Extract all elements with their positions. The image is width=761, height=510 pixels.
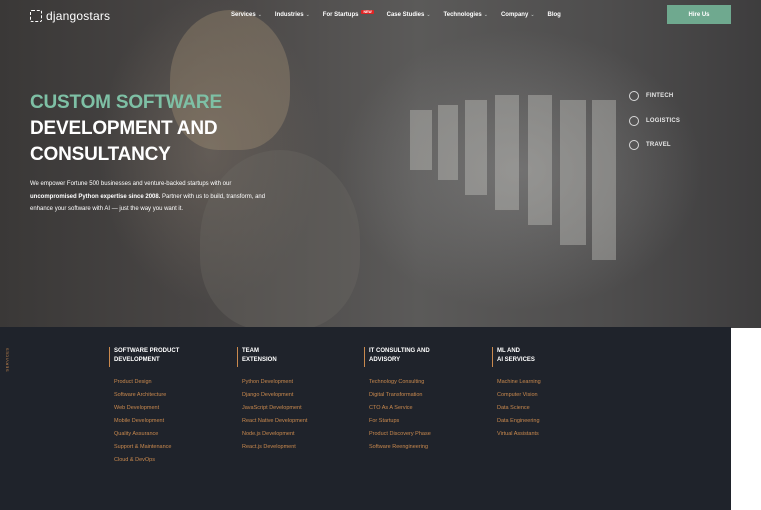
hire-us-button[interactable]: Hire Us (667, 5, 731, 24)
service-link[interactable]: React Native Development (242, 415, 307, 428)
industry-option-logistics[interactable]: LOGISTICS (629, 115, 681, 126)
hero-photo-detail (438, 105, 458, 180)
hero-photo-detail (495, 95, 519, 210)
service-column-ml-ai: ML AND AI SERVICES Machine Learning Comp… (492, 347, 541, 441)
industry-label: FINTECH (646, 93, 674, 99)
service-link[interactable]: CTO As A Service (369, 402, 431, 415)
service-column-heading[interactable]: TEAM EXTENSION (237, 347, 307, 367)
heading-line: TEAM (242, 348, 259, 354)
service-column-software-product: SOFTWARE PRODUCT DEVELOPMENT Product Des… (109, 347, 179, 467)
service-link[interactable]: Quality Assurance (114, 428, 179, 441)
service-column-it-consulting: IT CONSULTING AND ADVISORY Technology Co… (364, 347, 431, 454)
heading-line: SOFTWARE PRODUCT (114, 348, 180, 354)
services-vertical-text: SERVICES (4, 347, 10, 372)
chevron-down-icon: ⌄ (530, 12, 535, 18)
industry-selector: FINTECH LOGISTICS TRAVEL (629, 91, 680, 165)
hero-title-line1: CUSTOM SOFTWARE (30, 92, 222, 113)
heading-line: EXTENSION (242, 357, 277, 363)
services-vertical-label: SERVICES (5, 347, 13, 377)
radio-icon (629, 91, 639, 101)
nav-item-label: Company (500, 12, 529, 18)
service-link[interactable]: Software Reengineering (369, 441, 431, 454)
nav-item-industries[interactable]: Industries ⌄ (275, 9, 310, 21)
service-column-heading[interactable]: ML AND AI SERVICES (492, 347, 541, 367)
hero-photo-detail (528, 95, 552, 225)
chevron-down-icon: ⌄ (426, 12, 431, 18)
nav-item-blog[interactable]: Blog (548, 9, 561, 21)
service-link[interactable]: Data Science (497, 402, 541, 415)
service-link[interactable]: Product Discovery Phase (369, 428, 431, 441)
logo-text: djangostars (46, 9, 111, 23)
industry-option-travel[interactable]: TRAVEL (629, 140, 680, 150)
main-nav: Services ⌄ Industries ⌄ For Startups NEW… (231, 9, 574, 21)
hero-title-line2: DEVELOPMENT AND (30, 118, 218, 139)
heading-line: ADVISORY (369, 357, 401, 363)
new-badge: NEW (361, 10, 374, 14)
hero-photo-detail (200, 150, 360, 328)
hero-description-bold: uncompromised Python expertise since 200… (30, 193, 161, 200)
logo[interactable]: djangostars (30, 8, 110, 24)
service-link[interactable]: Data Engineering (497, 415, 541, 428)
service-column-team-extension: TEAM EXTENSION Python Development Django… (237, 347, 307, 454)
chevron-down-icon: ⌄ (257, 12, 262, 18)
industry-label: TRAVEL (646, 142, 671, 148)
nav-item-for-startups[interactable]: For Startups NEW (323, 9, 374, 21)
nav-item-label: Industries (274, 12, 304, 18)
service-link[interactable]: Python Development (242, 376, 307, 389)
service-link[interactable]: Product Design (114, 376, 179, 389)
nav-item-label: Blog (547, 12, 561, 18)
chevron-down-icon: ⌄ (305, 12, 310, 18)
industry-option-fintech[interactable]: FINTECH (629, 91, 680, 101)
service-link[interactable]: Web Development (114, 402, 179, 415)
nav-item-company[interactable]: Company ⌄ (501, 9, 535, 21)
service-link[interactable]: Cloud & DevOps (114, 454, 179, 467)
hero-title-line3: CONSULTANCY (30, 144, 171, 165)
service-link[interactable]: Machine Learning (497, 376, 541, 389)
service-link[interactable]: For Startups (369, 415, 431, 428)
hero-photo-detail (465, 100, 487, 195)
nav-item-label: Technologies (443, 12, 482, 18)
service-link[interactable]: Node.js Development (242, 428, 307, 441)
heading-line: DEVELOPMENT (114, 357, 160, 363)
service-link[interactable]: Software Architecture (114, 389, 179, 402)
service-link[interactable]: React.js Development (242, 441, 307, 454)
nav-item-label: Services (231, 12, 256, 18)
hero-description: We empower Fortune 500 businesses and ve… (30, 178, 270, 216)
nav-item-case-studies[interactable]: Case Studies ⌄ (387, 9, 431, 21)
radio-icon (629, 115, 639, 126)
logo-icon (30, 10, 42, 22)
service-link[interactable]: Technology Consulting (369, 376, 431, 389)
chevron-down-icon: ⌄ (483, 12, 488, 18)
heading-line: IT CONSULTING AND (369, 348, 430, 354)
industry-label: LOGISTICS (646, 117, 681, 124)
service-link[interactable]: Support & Maintenance (114, 441, 179, 454)
service-column-heading[interactable]: IT CONSULTING AND ADVISORY (364, 347, 431, 367)
nav-item-label: For Startups (322, 12, 359, 18)
heading-line: AI SERVICES (497, 357, 535, 363)
nav-item-technologies[interactable]: Technologies ⌄ (444, 9, 488, 21)
service-link[interactable]: JavaScript Development (242, 402, 307, 415)
nav-item-label: Case Studies (386, 12, 425, 18)
nav-item-services[interactable]: Services ⌄ (231, 9, 262, 21)
heading-line: ML AND (497, 348, 520, 354)
service-link[interactable]: Digital Transformation (369, 389, 431, 402)
hero-photo-detail (410, 110, 432, 170)
hero-description-part1: We empower Fortune 500 businesses and ve… (30, 181, 232, 187)
service-link[interactable]: Computer Vision (497, 389, 541, 402)
service-link[interactable]: Virtual Assistants (497, 428, 541, 441)
service-link[interactable]: Mobile Development (114, 415, 179, 428)
radio-icon (629, 140, 639, 150)
hero-photo-detail (592, 100, 616, 260)
service-link[interactable]: Django Development (242, 389, 307, 402)
hero-photo-detail (560, 100, 586, 245)
service-column-heading[interactable]: SOFTWARE PRODUCT DEVELOPMENT (109, 347, 179, 367)
